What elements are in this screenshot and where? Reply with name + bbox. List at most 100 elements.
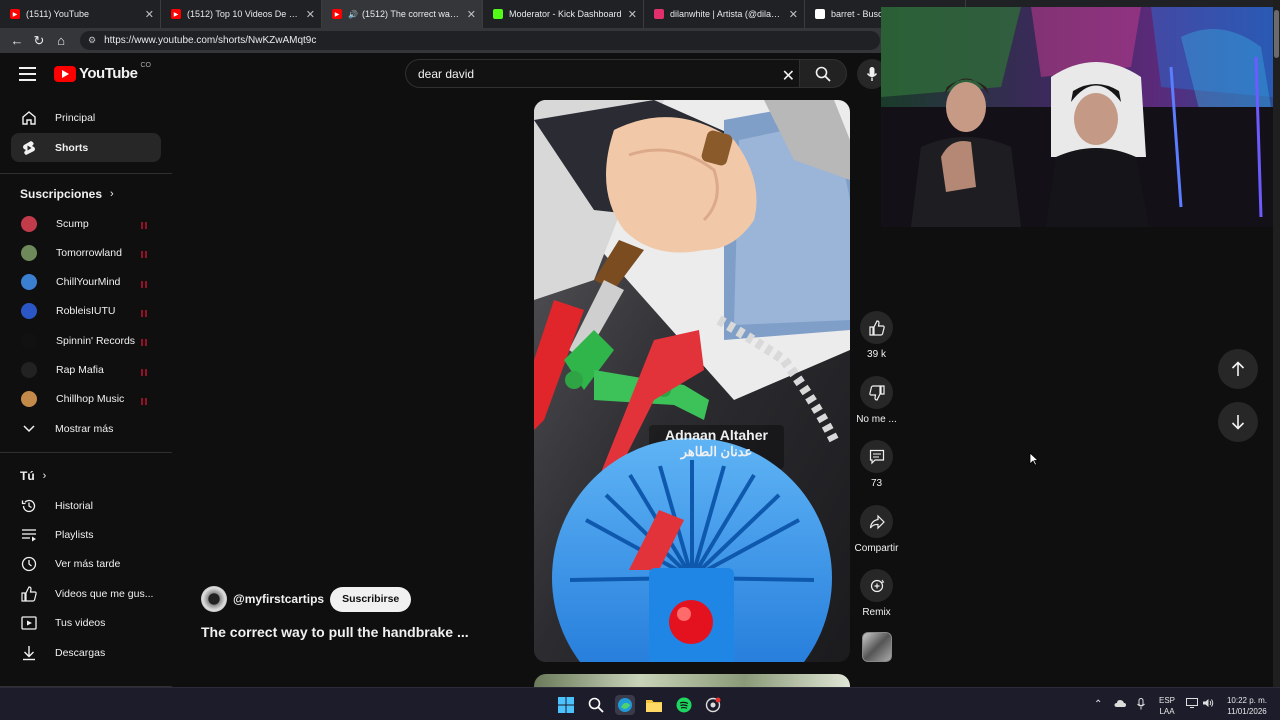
subscriptions-heading-label: Suscripciones xyxy=(20,187,103,201)
taskbar-search-icon[interactable] xyxy=(586,695,606,715)
sidebar: Principal Shorts Suscripciones › Scump To… xyxy=(0,97,172,687)
next-short-button[interactable] xyxy=(1218,402,1258,442)
app-icon[interactable] xyxy=(703,695,723,715)
thumbs-down-icon xyxy=(868,384,885,401)
you-heading[interactable]: Tú › xyxy=(20,469,46,483)
speaker-icon[interactable]: 🔊 xyxy=(348,10,358,19)
browser-tab[interactable]: Moderator - Kick Dashboard ✕ xyxy=(483,0,644,28)
chevron-down-icon xyxy=(20,420,38,438)
sidebar-item-label: Chillhop Music xyxy=(56,393,125,406)
sidebar-item-history[interactable]: Historial xyxy=(11,491,161,520)
volume-icon[interactable] xyxy=(1202,698,1214,711)
search-input[interactable]: dear david ✕ xyxy=(405,59,799,88)
page-scrollbar[interactable] xyxy=(1273,0,1280,687)
video-frame xyxy=(534,100,850,662)
sidebar-item-label: ChillYourMind xyxy=(56,276,121,289)
reload-icon[interactable]: ↻ xyxy=(28,33,50,49)
subscription-item[interactable]: Rap Mafia xyxy=(11,356,161,385)
address-bar[interactable]: ⚙ https://www.youtube.com/shorts/NwKZwAM… xyxy=(80,31,880,50)
clear-search-icon[interactable]: ✕ xyxy=(782,66,795,86)
share-button[interactable] xyxy=(860,505,893,538)
channel-name[interactable]: @myfirstcartips xyxy=(233,592,324,606)
subscription-item[interactable]: Scump xyxy=(11,209,161,238)
display-icon[interactable] xyxy=(1186,698,1198,711)
network-cloud-icon[interactable] xyxy=(1114,698,1126,711)
close-tab-icon[interactable]: ✕ xyxy=(467,8,476,21)
sidebar-item-playlists[interactable]: Playlists xyxy=(11,520,161,549)
sidebar-item-download[interactable]: Descargas xyxy=(11,638,161,667)
windows-start-icon[interactable] xyxy=(556,695,576,715)
comment-icon xyxy=(869,449,884,464)
search-button[interactable] xyxy=(799,59,847,88)
sidebar-item-thumbs-up[interactable]: Videos que me gus... xyxy=(11,579,161,608)
channel-avatar xyxy=(21,274,37,291)
chevron-right-icon: › xyxy=(42,470,47,482)
subscription-item[interactable]: RobleisIUTU xyxy=(11,297,161,326)
dislike-button[interactable] xyxy=(860,376,893,409)
previous-short-button[interactable] xyxy=(1218,349,1258,389)
sidebar-item-label: Mostrar más xyxy=(55,422,114,435)
channel-avatar xyxy=(21,215,37,232)
like-button[interactable] xyxy=(860,311,893,344)
subscriptions-heading[interactable]: Suscripciones › xyxy=(20,187,114,201)
you-heading-label: Tú xyxy=(20,469,35,483)
browser-tab[interactable]: ▶ 🔊(1512) The correct way to pull ✕ xyxy=(322,0,483,28)
subscription-item[interactable]: Spinnin' Records xyxy=(11,326,161,355)
watermark-arabic: عدنان الطاهر xyxy=(680,444,753,459)
edge-browser-icon[interactable] xyxy=(615,695,635,715)
language-code: ESP xyxy=(1159,696,1176,705)
tab-title: Moderator - Kick Dashboard xyxy=(509,9,622,19)
subscription-item[interactable]: ChillYourMind xyxy=(11,268,161,297)
browser-tab[interactable]: dilanwhite | Artista (@dilanwhitee) ✕ xyxy=(644,0,805,28)
comments-button[interactable] xyxy=(860,440,893,473)
youtube-favicon: ▶ xyxy=(10,9,20,19)
video-icon xyxy=(20,614,38,632)
tab-title: (1512) The correct way to pull xyxy=(361,9,461,19)
browser-tab[interactable]: ▶ (1511) YouTube ✕ xyxy=(0,0,161,28)
sound-thumbnail[interactable] xyxy=(862,632,892,662)
close-tab-icon[interactable]: ✕ xyxy=(628,8,637,21)
show-more-button[interactable]: Mostrar más xyxy=(11,414,161,443)
spotify-icon[interactable] xyxy=(674,695,694,715)
close-tab-icon[interactable]: ✕ xyxy=(306,8,315,21)
sidebar-item-shorts[interactable]: Shorts xyxy=(11,133,161,162)
sidebar-item-clock[interactable]: Ver más tarde xyxy=(11,550,161,579)
live-icon xyxy=(141,396,151,405)
next-short-preview[interactable] xyxy=(534,674,850,688)
comment-count: 73 xyxy=(870,478,883,489)
channel-avatar xyxy=(21,362,37,378)
close-tab-icon[interactable]: ✕ xyxy=(145,8,154,21)
microphone-icon xyxy=(866,67,878,81)
scrollbar-thumb[interactable] xyxy=(1274,10,1279,58)
country-code: CO xyxy=(140,62,151,69)
logo-text: YouTube xyxy=(79,65,138,82)
sidebar-item-label: Spinnin' Records xyxy=(56,334,136,347)
youtube-logo[interactable]: YouTube CO xyxy=(54,62,151,82)
short-video-player[interactable]: Adnaan Altaher عدنان الطاهر xyxy=(534,100,850,662)
site-info-icon[interactable]: ⚙ xyxy=(88,35,96,46)
clock-time: 10:22 p. m. xyxy=(1226,696,1268,705)
microphone-icon[interactable] xyxy=(1137,698,1145,713)
close-tab-icon[interactable]: ✕ xyxy=(789,8,798,21)
back-icon[interactable]: ← xyxy=(6,33,28,48)
channel-avatar[interactable] xyxy=(201,586,227,612)
file-explorer-icon[interactable] xyxy=(644,695,664,715)
input-language-indicator[interactable]: ESP LAA xyxy=(1159,695,1175,717)
sidebar-item-principal[interactable]: Principal xyxy=(11,103,161,132)
kick-favicon xyxy=(493,9,503,19)
live-icon xyxy=(141,308,151,317)
home-icon[interactable]: ⌂ xyxy=(50,33,72,48)
subscribe-button[interactable]: Suscribirse xyxy=(330,586,412,612)
subscription-item[interactable]: Chillhop Music xyxy=(11,385,161,414)
sidebar-item-label: Rap Mafia xyxy=(56,364,104,376)
like-count: 39 k xyxy=(867,349,886,360)
menu-icon[interactable] xyxy=(19,67,36,81)
clock[interactable]: 10:22 p. m. 11/01/2026 xyxy=(1222,695,1272,717)
show-hidden-icons-icon[interactable]: ⌃ xyxy=(1094,699,1102,710)
download-icon xyxy=(20,644,38,662)
short-title[interactable]: The correct way to pull the handbrake ..… xyxy=(201,624,469,640)
subscription-item[interactable]: Tomorrowland xyxy=(11,238,161,267)
sidebar-item-video[interactable]: Tus videos xyxy=(11,609,161,638)
browser-tab[interactable]: ▶ (1512) Top 10 Videos De FANTASMAS ✕ xyxy=(161,0,322,28)
remix-button[interactable] xyxy=(860,569,893,602)
